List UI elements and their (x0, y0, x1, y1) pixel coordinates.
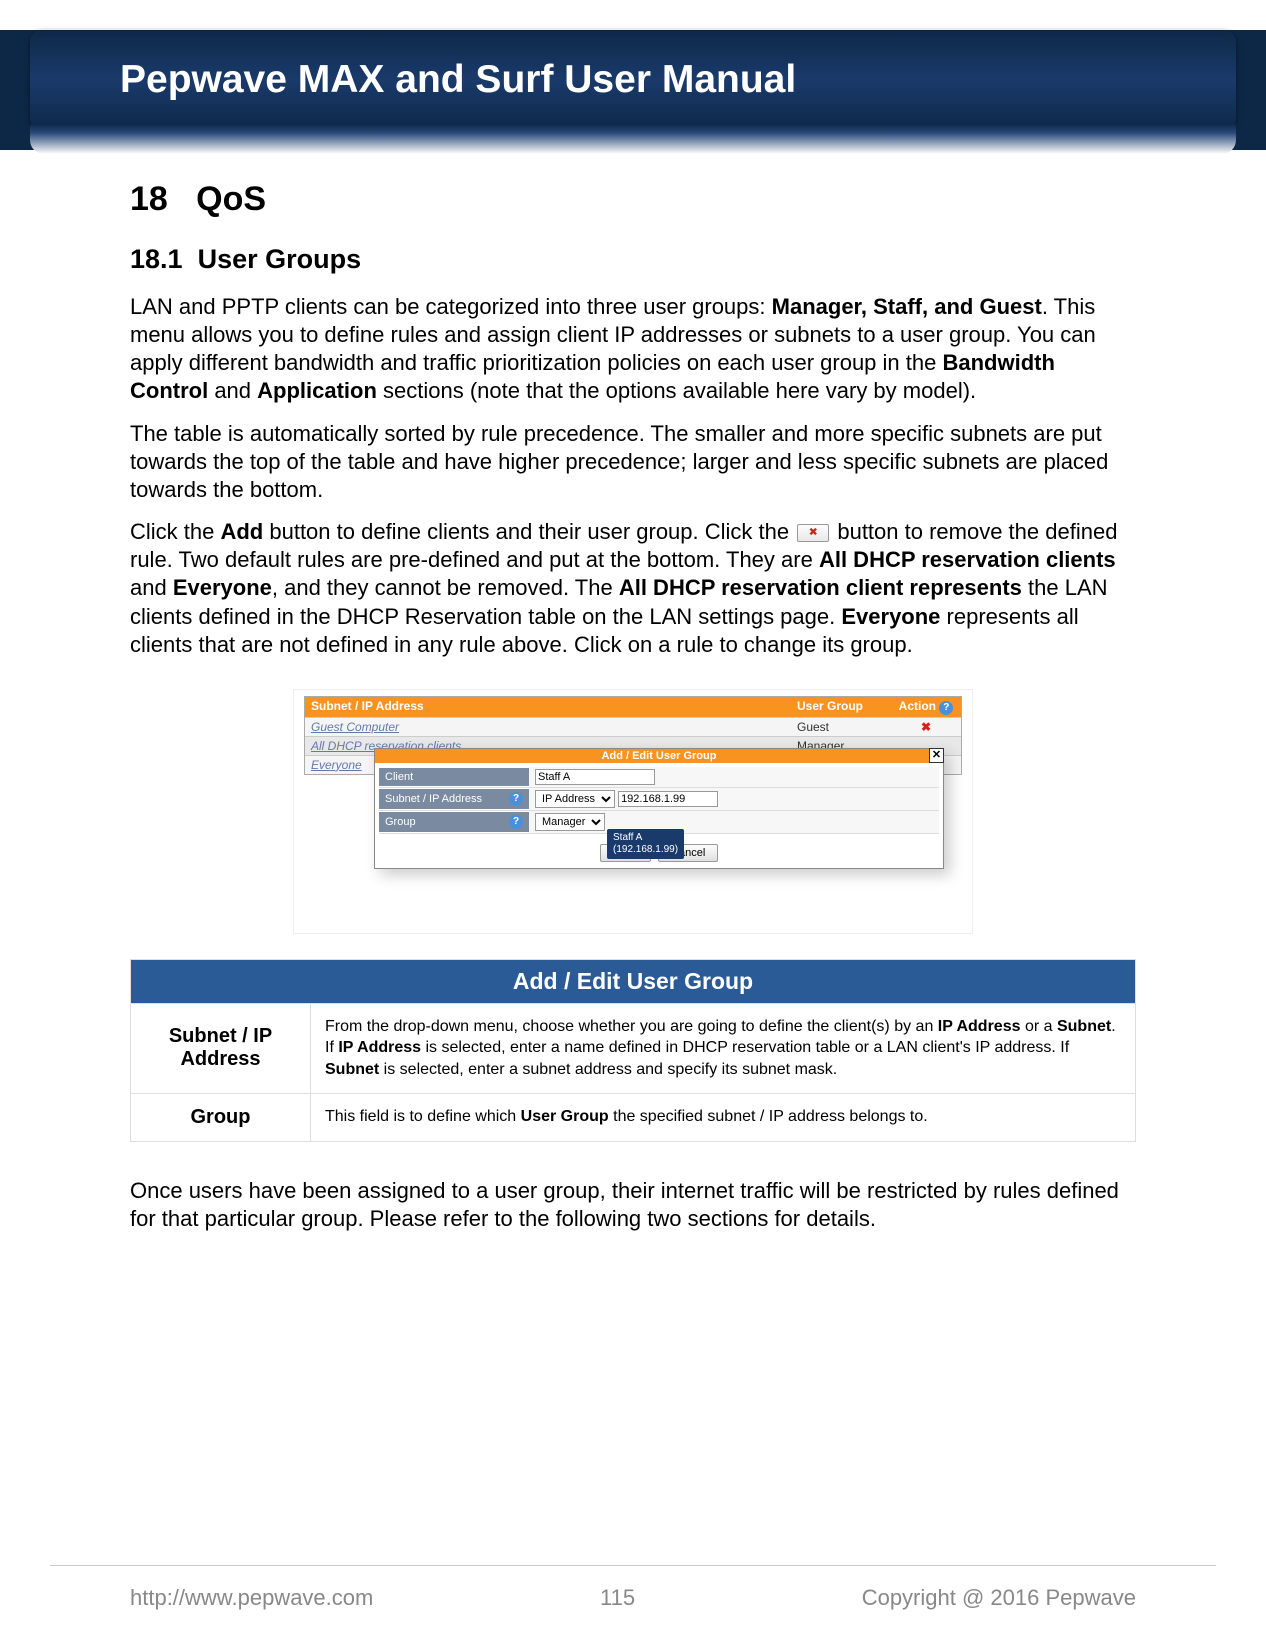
paragraph-1: LAN and PPTP clients can be categorized … (130, 293, 1136, 406)
delete-icon[interactable]: ✖ (921, 720, 931, 734)
table-header: Subnet / IP Address User Group Action ? (305, 697, 961, 717)
col-action: Action ? (891, 697, 961, 717)
desc-text: This field is to define which User Group… (311, 1093, 1136, 1141)
client-field[interactable] (529, 767, 939, 787)
help-icon[interactable]: ? (509, 792, 523, 806)
subnet-ip-input[interactable] (618, 791, 718, 807)
subnet-type-select[interactable]: IP Address (535, 790, 615, 808)
modal-row-subnet: Subnet / IP Address? IP Address (379, 788, 939, 811)
col-group: User Group (791, 697, 891, 717)
client-input[interactable] (535, 769, 655, 785)
row-group: Guest (791, 718, 891, 736)
subnet-field[interactable]: IP Address (529, 788, 939, 810)
client-label: Client (379, 768, 529, 786)
modal-row-group: Group? Manager Staff A (192.168.1.99) (379, 811, 939, 834)
help-icon[interactable]: ? (939, 701, 953, 715)
modal-title-bar: Add / Edit User Group ✕ (375, 749, 943, 763)
footer-url: http://www.pepwave.com (130, 1585, 373, 1611)
ui-screenshot: Subnet / IP Address User Group Action ? … (293, 689, 973, 934)
group-select[interactable]: Manager (535, 813, 605, 831)
paragraph-4: Once users have been assigned to a user … (130, 1177, 1136, 1233)
subsection-heading: 18.1 User Groups (130, 244, 1136, 275)
delete-icon (797, 524, 829, 542)
paragraph-3: Click the Add button to define clients a… (130, 518, 1136, 659)
row-name[interactable]: Guest Computer (305, 718, 791, 736)
footer-divider (50, 1565, 1216, 1566)
page-number: 115 (600, 1585, 635, 1611)
modal-title: Add / Edit User Group (602, 750, 717, 762)
content-area: 18 QoS 18.1 User Groups LAN and PPTP cli… (130, 180, 1136, 1247)
subnet-label: Subnet / IP Address? (379, 789, 529, 809)
section-number: 18 (130, 180, 168, 218)
modal-body: Client Subnet / IP Address? IP Address G… (375, 763, 943, 838)
description-table: Add / Edit User Group Subnet / IP Addres… (130, 959, 1136, 1142)
footer-copyright: Copyright @ 2016 Pepwave (862, 1585, 1136, 1611)
row-delete[interactable]: ✖ (891, 718, 961, 736)
desc-row: Group This field is to define which User… (131, 1093, 1136, 1141)
document-title: Pepwave MAX and Surf User Manual (120, 58, 796, 102)
header-shadow (30, 124, 1236, 154)
page-footer: http://www.pepwave.com 115 Copyright @ 2… (0, 1585, 1266, 1611)
close-icon[interactable]: ✕ (929, 748, 944, 763)
paragraph-2: The table is automatically sorted by rul… (130, 420, 1136, 504)
desc-text: From the drop-down menu, choose whether … (311, 1003, 1136, 1093)
add-edit-modal: Add / Edit User Group ✕ Client Subnet / … (374, 748, 944, 869)
desc-label: Subnet / IP Address (131, 1003, 311, 1093)
desc-row: Subnet / IP Address From the drop-down m… (131, 1003, 1136, 1093)
modal-row-client: Client (379, 767, 939, 788)
header-bar: Pepwave MAX and Surf User Manual (30, 30, 1236, 130)
col-subnet: Subnet / IP Address (305, 697, 791, 717)
group-label: Group? (379, 812, 529, 832)
desc-label: Group (131, 1093, 311, 1141)
table-row[interactable]: Guest Computer Guest ✖ (305, 717, 961, 736)
section-title: QoS (196, 180, 266, 218)
group-field[interactable]: Manager Staff A (192.168.1.99) (529, 811, 939, 833)
tooltip: Staff A (192.168.1.99) (607, 829, 684, 859)
desc-header: Add / Edit User Group (131, 959, 1136, 1003)
subsection-number: 18.1 (130, 244, 183, 274)
section-heading: 18 QoS (130, 180, 1136, 219)
subsection-title: User Groups (198, 244, 362, 274)
help-icon[interactable]: ? (509, 815, 523, 829)
